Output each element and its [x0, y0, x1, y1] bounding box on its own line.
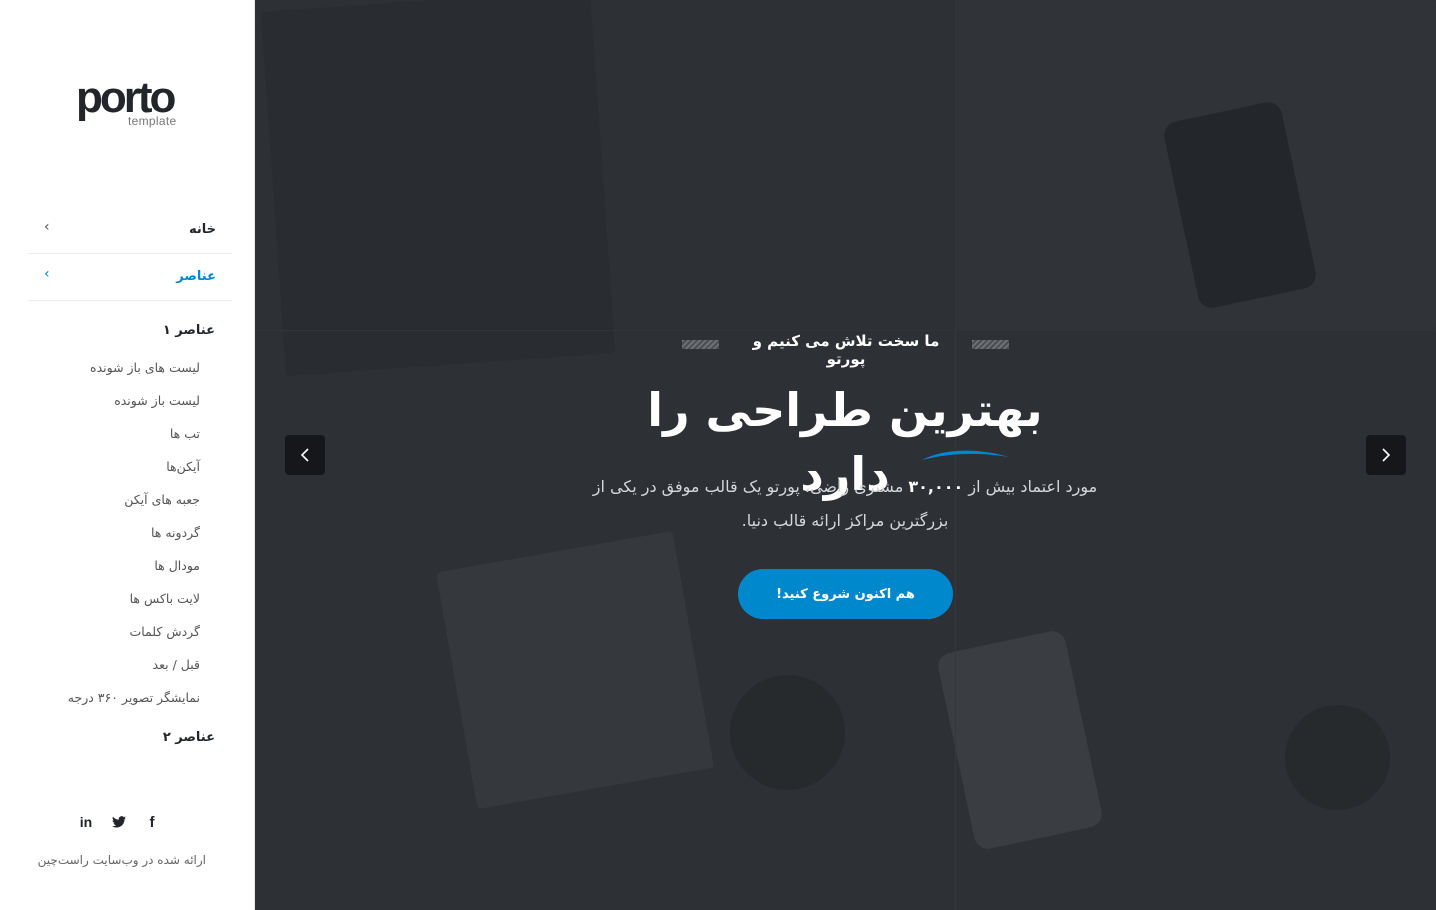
decorative-stripe-left: [682, 340, 719, 349]
social-links: in f: [74, 810, 164, 834]
sidebar: porto template خانه › عناصر › عناصر ۱ لی…: [0, 0, 255, 910]
twitter-icon[interactable]: [107, 810, 131, 834]
submenu-item-carousels[interactable]: گردونه ها: [10, 522, 200, 555]
submenu-item-word-rotator[interactable]: گردش کلمات: [10, 621, 200, 654]
slider-next-button[interactable]: [1366, 435, 1406, 475]
slider-prev-button[interactable]: [285, 435, 325, 475]
submenu-item-360-viewer[interactable]: نمایشگر تصویر ۳۶۰ درجه: [10, 687, 200, 720]
submenu-item-toggles[interactable]: لیست باز شونده: [10, 390, 200, 423]
footer-note: ارائه شده در وب‌سایت راست‌چین: [37, 853, 206, 867]
submenu-group-title-1[interactable]: عناصر ۱: [163, 323, 215, 338]
hero-pretitle: ما سخت تلاش می کنیم و پورتو: [752, 332, 940, 368]
linkedin-icon[interactable]: in: [74, 810, 98, 834]
title-underline-mark: [922, 450, 1009, 460]
slide-content: ما سخت تلاش می کنیم و پورتو بهترین طراحی…: [255, 0, 1436, 910]
submenu-item-modals[interactable]: مودال ها: [10, 555, 200, 588]
submenu-list: لیست های باز شونده لیست باز شونده تب ها …: [10, 357, 200, 720]
sidebar-item-elements[interactable]: عناصر ›: [28, 254, 232, 301]
chevron-right-icon: [1382, 448, 1391, 462]
hero-description-before: مورد اعتماد بیش از: [968, 477, 1098, 496]
chevron-right-icon: ›: [44, 266, 50, 282]
facebook-icon[interactable]: f: [140, 810, 164, 834]
page: porto template خانه › عناصر › عناصر ۱ لی…: [0, 0, 1436, 910]
submenu-item-before-after[interactable]: قبل / بعد: [10, 654, 200, 687]
logo[interactable]: porto template: [76, 76, 186, 132]
hero-description-after: مشتری راضی، پورتو یک قالب موفق در یکی از…: [592, 477, 949, 530]
hero-description-bold: ۳۰,۰۰۰: [908, 477, 964, 496]
sidebar-item-home[interactable]: خانه ›: [28, 207, 232, 254]
submenu-item-icons[interactable]: آیکن‌ها: [10, 456, 200, 489]
submenu-item-icon-boxes[interactable]: جعبه های آیکن: [10, 489, 200, 522]
sidebar-item-label: خانه: [188, 222, 216, 237]
chevron-left-icon: [300, 448, 309, 462]
submenu-group-title-2[interactable]: عناصر ۲: [163, 730, 215, 745]
submenu-item-lightboxes[interactable]: لایت باکس ها: [10, 588, 200, 621]
submenu-item-accordions[interactable]: لیست های باز شونده: [10, 357, 200, 390]
submenu-item-tabs[interactable]: تب ها: [10, 423, 200, 456]
chevron-right-icon: ›: [44, 219, 50, 235]
sidebar-item-label: عناصر: [176, 269, 216, 284]
decorative-stripe-right: [972, 340, 1009, 349]
logo-subtext: template: [128, 114, 177, 128]
hero-description: مورد اعتماد بیش از ۳۰,۰۰۰ مشتری راضی، پو…: [575, 470, 1115, 538]
get-started-button[interactable]: هم اکنون شروع کنید!: [738, 569, 953, 619]
hero-slider: ما سخت تلاش می کنیم و پورتو بهترین طراحی…: [255, 0, 1436, 910]
